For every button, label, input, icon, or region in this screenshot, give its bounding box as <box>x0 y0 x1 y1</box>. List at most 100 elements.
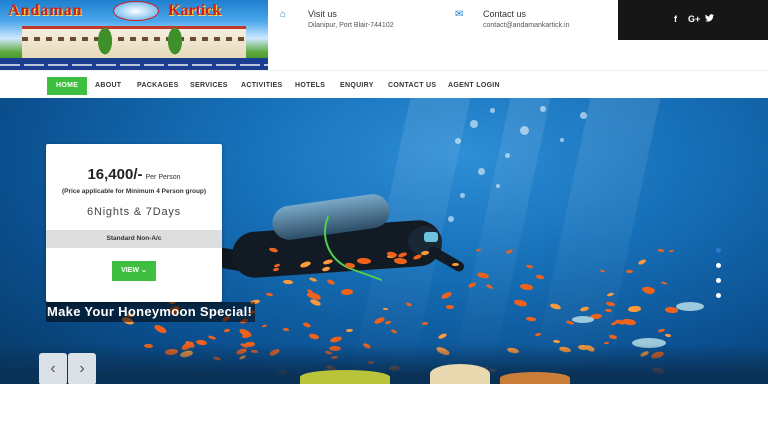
small-fish <box>525 316 537 322</box>
coral <box>300 370 390 384</box>
small-fish <box>549 302 563 311</box>
nav-item-home[interactable]: HOME <box>47 77 88 95</box>
small-fish <box>513 298 528 307</box>
main-navigation: HOME ABOUT PACKAGES SERVICES ACTIVITIES … <box>0 70 768 100</box>
small-fish <box>238 327 253 339</box>
small-fish <box>390 329 398 335</box>
small-fish <box>382 307 388 311</box>
nav-item-contact-us[interactable]: CONTACT US <box>388 77 436 95</box>
small-fish <box>321 266 331 273</box>
small-fish <box>476 248 482 253</box>
home-icon: ⌂ <box>280 9 287 20</box>
social-bar: f G+ <box>618 0 768 40</box>
logo-strip-lines <box>0 64 268 66</box>
slider-dot[interactable] <box>716 263 721 268</box>
nav-item-activities[interactable]: ACTIVITIES <box>241 77 283 95</box>
small-fish <box>637 258 647 265</box>
small-fish <box>308 332 320 340</box>
small-fish <box>207 334 217 341</box>
small-fish <box>534 332 542 337</box>
logo-emblem <box>113 1 159 21</box>
small-fish <box>273 267 280 272</box>
small-fish <box>384 320 391 325</box>
small-fish <box>657 328 666 334</box>
slider-dot[interactable] <box>716 293 721 298</box>
package-duration: 6Nights & 7Days <box>87 206 181 218</box>
view-package-button[interactable]: VIEW ⌄ <box>112 261 156 281</box>
visit-us-address: Dilanipur, Port Blair-744102 <box>308 22 394 29</box>
small-fish <box>322 258 333 266</box>
small-fish <box>405 301 413 307</box>
small-fish <box>261 324 267 328</box>
twitter-icon[interactable] <box>705 14 714 24</box>
small-fish <box>308 276 318 283</box>
small-fish <box>412 253 423 261</box>
logo-tree-graphic <box>166 24 184 58</box>
package-type: Standard Non-A/c <box>46 230 222 248</box>
small-fish <box>437 332 449 340</box>
small-fish <box>605 301 616 308</box>
small-fish <box>299 259 313 269</box>
small-fish <box>668 249 675 253</box>
small-fish <box>302 322 312 329</box>
slider-dots <box>716 248 724 298</box>
google-plus-icon[interactable]: G+ <box>688 14 700 24</box>
logo-building-graphic <box>22 26 246 59</box>
small-fish <box>519 282 534 291</box>
coral <box>500 372 570 384</box>
slider-dot[interactable] <box>716 248 721 253</box>
contact-us-title: Contact us <box>483 9 527 19</box>
nav-item-enquiry[interactable]: ENQUIRY <box>340 77 374 95</box>
nav-item-about[interactable]: ABOUT <box>95 77 121 95</box>
small-fish <box>309 298 322 308</box>
small-fish <box>344 262 356 269</box>
coral <box>430 364 490 384</box>
small-fish <box>153 323 168 335</box>
small-fish <box>373 315 386 325</box>
small-fish <box>627 306 641 313</box>
small-fish <box>535 274 545 280</box>
package-card: 16,400/- Per Person (Price applicable for… <box>46 144 222 302</box>
small-fish <box>505 248 514 255</box>
small-fish <box>452 263 460 267</box>
small-fish <box>660 281 667 286</box>
small-fish <box>282 279 293 285</box>
small-fish <box>658 248 665 252</box>
small-fish <box>607 291 615 297</box>
big-fish <box>676 302 704 311</box>
slider-prev-arrow[interactable]: ‹ <box>39 353 67 385</box>
small-fish <box>223 328 231 332</box>
nav-item-services[interactable]: SERVICES <box>190 77 228 95</box>
small-fish <box>608 334 618 340</box>
nav-item-agent-login[interactable]: AGENT LOGIN <box>448 77 500 95</box>
small-fish <box>579 305 589 312</box>
slider-next-arrow[interactable]: › <box>68 353 96 385</box>
nav-item-hotels[interactable]: HOTELS <box>295 77 325 95</box>
small-fish <box>525 264 534 270</box>
small-fish <box>265 292 274 297</box>
site-logo[interactable]: Andaman Kartick <box>0 0 268 70</box>
facebook-icon[interactable]: f <box>674 14 677 24</box>
package-price-unit: Per Person <box>145 174 181 181</box>
small-fish <box>604 308 613 313</box>
logo-tree-graphic <box>96 24 114 58</box>
nav-item-packages[interactable]: PACKAGES <box>137 77 179 95</box>
small-fish <box>393 257 407 265</box>
small-fish <box>329 335 343 344</box>
small-fish <box>467 281 477 289</box>
logo-brand-right: Kartick <box>168 2 222 19</box>
small-fish <box>268 247 279 254</box>
small-fish <box>346 328 354 333</box>
small-fish <box>397 251 407 258</box>
visit-us-title: Visit us <box>308 9 337 19</box>
slider-dot[interactable] <box>716 278 721 283</box>
top-header: Andaman Kartick ⌂ Visit us Dilanipur, Po… <box>0 0 768 70</box>
small-fish <box>446 304 455 310</box>
logo-brand-left: Andaman <box>8 2 83 19</box>
small-fish <box>625 269 633 273</box>
contact-email-link[interactable]: contact@andamankartick.in <box>483 22 569 29</box>
big-fish <box>572 316 594 323</box>
package-price: 16,400/- <box>87 166 143 183</box>
small-fish <box>421 321 428 325</box>
small-fish <box>485 283 494 289</box>
